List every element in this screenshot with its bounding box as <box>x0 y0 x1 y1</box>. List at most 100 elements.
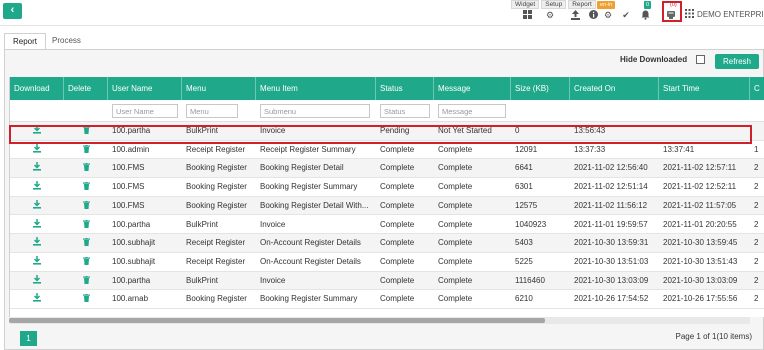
cell-menu: Booking Register <box>186 200 247 210</box>
status-filter[interactable] <box>380 104 430 118</box>
download-icon[interactable] <box>33 125 41 136</box>
trash-icon[interactable] <box>82 256 90 267</box>
cell-menu-item: On-Account Register Details <box>260 238 361 248</box>
download-icon[interactable] <box>33 143 41 155</box>
gear-small-icon[interactable]: ⚙ <box>603 10 613 20</box>
widget-link[interactable]: Widget <box>511 0 540 9</box>
cell-user-name: 100.partha <box>112 219 151 229</box>
tab-strip: Report Process <box>0 33 764 50</box>
top-links: Widget Setup Report <box>511 0 596 9</box>
download-icon[interactable] <box>33 181 41 192</box>
cell-menu: BulkPrint <box>186 126 219 135</box>
table-row[interactable]: 100.FMS Booking Register Booking Register … <box>10 196 764 216</box>
cell-download <box>10 290 64 309</box>
message-filter[interactable] <box>438 104 506 118</box>
cell-download <box>10 253 64 272</box>
trash-icon[interactable] <box>82 294 90 304</box>
grid-footer: 1 Page 1 of 1(10 items) <box>9 324 752 350</box>
download-icon[interactable] <box>33 199 41 211</box>
col-completed[interactable]: C <box>750 77 764 100</box>
col-message[interactable]: Message <box>434 77 511 100</box>
grid-icon[interactable] <box>522 10 532 20</box>
gear-icon[interactable]: ⚙ <box>545 10 555 20</box>
col-download[interactable]: Download <box>10 77 64 100</box>
chevron-left-icon: ‹ <box>10 4 15 16</box>
upload-icon[interactable] <box>570 10 580 20</box>
trash-icon[interactable] <box>82 126 90 136</box>
table-row[interactable]: 100.subhajit Receipt Register On-Account R… <box>10 234 764 253</box>
download-icon[interactable] <box>33 162 41 173</box>
cell-start-time: 2021-10-30 13:03:09 <box>663 275 738 285</box>
cell-message: Complete <box>438 182 473 192</box>
table-row[interactable]: 100.admin Receipt Register Receipt Registe… <box>10 140 764 160</box>
submenu-filter[interactable] <box>260 104 370 118</box>
cell-status: Complete <box>380 219 415 229</box>
download-icon[interactable] <box>33 237 41 248</box>
download-icon[interactable] <box>33 255 41 267</box>
table-row[interactable]: 100.arnab Booking Register Booking Registe… <box>10 290 764 309</box>
download-queue-icon[interactable] <box>666 10 676 20</box>
cell-start-time: 2021-10-26 17:55:56 <box>663 294 738 304</box>
col-user-name[interactable]: User Name <box>108 77 182 100</box>
cell-start-time <box>659 122 750 141</box>
cell-menu-item: Booking Register Summary <box>260 294 358 304</box>
cell-user-name: 100.partha <box>112 275 151 285</box>
cell-menu: BulkPrint <box>186 275 219 285</box>
cell-user-name: 100.FMS <box>112 200 145 210</box>
hide-downloaded-checkbox[interactable] <box>696 55 705 64</box>
cell-status: Complete <box>380 256 415 266</box>
col-menu-item[interactable]: Menu Item <box>256 77 376 100</box>
col-start-time[interactable]: Start Time <box>659 77 750 100</box>
cell-completed: 2 <box>754 256 759 266</box>
company-name[interactable]: DEMO ENTERPRISE <box>685 9 764 19</box>
report-link[interactable]: Report <box>568 0 596 9</box>
col-menu[interactable]: Menu <box>182 77 256 100</box>
horizontal-scrollbar[interactable] <box>9 317 750 324</box>
cell-start-time: 13:37:41 <box>663 144 695 154</box>
table-row[interactable]: 100.partha BulkPrint Invoice Complete Comple… <box>10 271 764 291</box>
cell-menu: Receipt Register <box>186 144 246 154</box>
bell-icon[interactable] <box>640 10 650 20</box>
col-status[interactable]: Status <box>376 77 434 100</box>
table-row[interactable]: 100.partha BulkPrint Invoice Complete Comple… <box>10 215 764 235</box>
info-icon[interactable] <box>588 10 598 20</box>
cell-completed: 2 <box>754 163 759 173</box>
table-row[interactable]: 100.partha BulkPrint Invoice Pending Not Yet… <box>10 122 764 141</box>
trash-icon[interactable] <box>82 275 90 286</box>
trash-icon[interactable] <box>82 200 90 211</box>
table-row[interactable]: 100.FMS Booking Register Booking Register … <box>10 159 764 179</box>
cell-message: Complete <box>438 219 473 229</box>
col-created-on[interactable]: Created On <box>570 77 659 100</box>
refresh-button[interactable]: Refresh <box>715 54 759 69</box>
user-name-filter[interactable] <box>112 104 178 118</box>
cell-download <box>10 141 64 160</box>
cell-created-on: 2021-10-26 17:54:52 <box>574 294 649 304</box>
table-row[interactable]: 100.FMS Booking Register Booking Register … <box>10 178 764 197</box>
table-row[interactable]: 100.subhajit Receipt Register On-Account R… <box>10 252 764 272</box>
download-icon[interactable] <box>33 293 41 304</box>
cell-created-on: 2021-11-02 12:56:40 <box>574 163 648 173</box>
report-grid: Download Delete User Name Menu Menu Item… <box>9 77 764 317</box>
back-button[interactable]: ‹ <box>3 3 22 19</box>
setup-link[interactable]: Setup <box>541 0 567 9</box>
cell-user-name: 100.partha <box>112 126 151 135</box>
checkmark-icon[interactable]: ✔ <box>621 10 631 20</box>
page-1-button[interactable]: 1 <box>20 331 37 346</box>
tab-report[interactable]: Report <box>4 33 47 50</box>
trash-icon[interactable] <box>82 238 90 248</box>
trash-icon[interactable] <box>82 182 90 192</box>
scrollbar-thumb[interactable] <box>9 318 545 323</box>
menu-filter[interactable] <box>186 104 238 118</box>
cell-size: 6301 <box>515 182 533 192</box>
cell-menu-item: On-Account Register Details <box>260 256 361 266</box>
trash-icon[interactable] <box>82 219 90 230</box>
trash-icon[interactable] <box>82 163 90 173</box>
cell-delete <box>64 253 108 272</box>
download-icon[interactable] <box>33 218 41 230</box>
col-delete[interactable]: Delete <box>64 77 108 100</box>
tab-process[interactable]: Process <box>44 33 89 50</box>
col-size[interactable]: Size (KB) <box>511 77 570 100</box>
download-icon[interactable] <box>33 274 41 286</box>
cell-completed: 2 <box>754 219 759 229</box>
trash-icon[interactable] <box>82 144 90 155</box>
